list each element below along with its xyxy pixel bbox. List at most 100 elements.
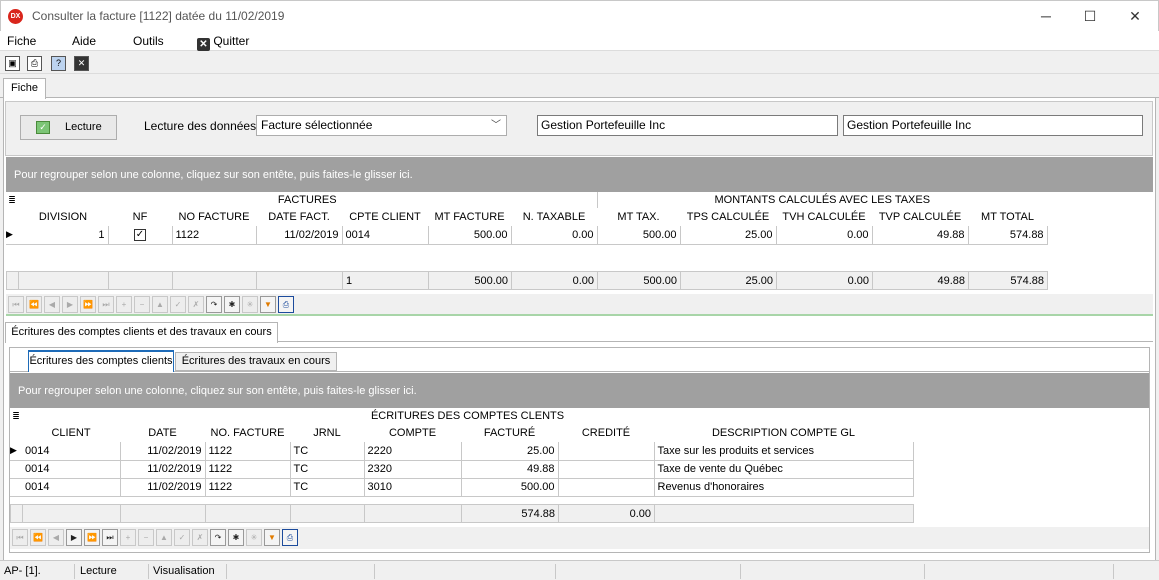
tab-ecritures[interactable]: Écritures des comptes clients et des tra…: [5, 322, 278, 343]
col-mt-tax[interactable]: MT TAX.: [597, 208, 680, 226]
col-cpte-client[interactable]: CPTE CLIENT: [342, 208, 428, 226]
cell-cpte[interactable]: 0014: [342, 226, 429, 245]
prev-page-icon[interactable]: ⏪: [26, 296, 42, 313]
table-row[interactable]: ▶ 1 ✓ 1122 11/02/2019 0014 500.00 0.00 5…: [6, 226, 1048, 245]
col-facture[interactable]: FACTURÉ: [461, 424, 558, 442]
col-division[interactable]: DIVISION: [18, 208, 108, 226]
next-record-icon[interactable]: ▶: [66, 529, 82, 546]
preview-icon[interactable]: ?: [51, 56, 66, 71]
asterisk-disabled-icon[interactable]: ✳: [242, 296, 258, 313]
cell-desc[interactable]: Taxe sur les produits et services: [654, 442, 914, 461]
table-row[interactable]: ▶ 0014 11/02/2019 1122 TC 2220 25.00 Tax…: [10, 442, 914, 461]
col-description[interactable]: DESCRIPTION COMPTE GL: [654, 424, 913, 442]
next-page-icon[interactable]: ⏩: [80, 296, 96, 313]
cell-compte[interactable]: 3010: [364, 478, 462, 497]
col-tps[interactable]: TPS CALCULÉE: [680, 208, 776, 226]
menu-outils[interactable]: Outils: [133, 34, 164, 48]
asterisk-icon[interactable]: ✱: [228, 529, 244, 546]
group-by-area[interactable]: Pour regrouper selon une colonne, clique…: [6, 157, 1153, 192]
menu-fiche[interactable]: Fiche: [7, 34, 36, 48]
cell-compte[interactable]: 2220: [364, 442, 462, 461]
cancel-record-icon[interactable]: ✗: [188, 296, 204, 313]
col-no-facture[interactable]: NO. FACTURE: [205, 424, 290, 442]
next-page-icon[interactable]: ⏩: [84, 529, 100, 546]
col-jrnl[interactable]: JRNL: [290, 424, 364, 442]
cell-compte[interactable]: 2320: [364, 460, 462, 479]
delete-record-icon[interactable]: −: [134, 296, 150, 313]
col-mt-facture[interactable]: MT FACTURE: [428, 208, 511, 226]
cell-client[interactable]: 0014: [22, 478, 121, 497]
next-record-icon[interactable]: ▶: [62, 296, 78, 313]
refresh-icon[interactable]: ↷: [206, 296, 222, 313]
print-icon[interactable]: ⎙: [27, 56, 42, 71]
group-by-area-ecritures[interactable]: Pour regrouper selon une colonne, clique…: [10, 373, 1149, 408]
col-tvp[interactable]: TVP CALCULÉE: [872, 208, 968, 226]
table-row[interactable]: 0014 11/02/2019 1122 TC 3010 500.00 Reve…: [10, 478, 914, 497]
menu-quitter[interactable]: ✕ Quitter: [197, 34, 249, 51]
edit-record-icon[interactable]: ▲: [152, 296, 168, 313]
close-window-button[interactable]: ✕: [1112, 1, 1158, 32]
cell-desc[interactable]: Revenus d'honoraires: [654, 478, 914, 497]
cell-no[interactable]: 1122: [205, 478, 291, 497]
col-nf[interactable]: NF: [108, 208, 172, 226]
cell-credite[interactable]: [558, 460, 655, 479]
asterisk-icon[interactable]: ✱: [224, 296, 240, 313]
col-client[interactable]: CLIENT: [22, 424, 120, 442]
filter-icon[interactable]: ▼: [260, 296, 276, 313]
delete-record-icon[interactable]: −: [138, 529, 154, 546]
cell-client[interactable]: 0014: [22, 460, 121, 479]
cell-mt-facture[interactable]: 500.00: [428, 226, 512, 245]
first-record-icon[interactable]: ⏮: [12, 529, 28, 546]
cell-facture[interactable]: 500.00: [461, 478, 559, 497]
add-record-icon[interactable]: +: [116, 296, 132, 313]
cell-jrnl[interactable]: TC: [290, 478, 365, 497]
asterisk-disabled-icon[interactable]: ✳: [246, 529, 262, 546]
cell-desc[interactable]: Taxe de vente du Québec: [654, 460, 914, 479]
company-field-1[interactable]: Gestion Portefeuille Inc: [537, 115, 838, 136]
cell-nf[interactable]: ✓: [108, 226, 173, 245]
company-field-2[interactable]: Gestion Portefeuille Inc: [843, 115, 1143, 136]
col-date[interactable]: DATE: [120, 424, 205, 442]
last-record-icon[interactable]: ⏭: [102, 529, 118, 546]
prev-page-icon[interactable]: ⏪: [30, 529, 46, 546]
cell-facture[interactable]: 49.88: [461, 460, 559, 479]
col-mt-total[interactable]: MT TOTAL: [968, 208, 1047, 226]
post-record-icon[interactable]: ✓: [170, 296, 186, 313]
cell-date[interactable]: 11/02/2019: [120, 442, 206, 461]
cell-client[interactable]: 0014: [22, 442, 121, 461]
last-record-icon[interactable]: ⏭: [98, 296, 114, 313]
prev-record-icon[interactable]: ◀: [48, 529, 64, 546]
cell-tvh[interactable]: 0.00: [776, 226, 873, 245]
cell-credite[interactable]: [558, 442, 655, 461]
cell-date[interactable]: 11/02/2019: [256, 226, 343, 245]
col-n-taxable[interactable]: N. TAXABLE: [511, 208, 597, 226]
cell-tps[interactable]: 25.00: [680, 226, 777, 245]
add-record-icon[interactable]: +: [120, 529, 136, 546]
print-grid-icon[interactable]: ⎙: [278, 296, 294, 313]
cancel-record-icon[interactable]: ✗: [192, 529, 208, 546]
tab-ecritures-travaux[interactable]: Écritures des travaux en cours: [175, 352, 337, 371]
column-chooser-icon[interactable]: ≣: [6, 192, 18, 208]
lecture-button[interactable]: ✓ Lecture: [20, 115, 117, 140]
checkbox-checked-icon[interactable]: ✓: [134, 229, 146, 242]
post-record-icon[interactable]: ✓: [174, 529, 190, 546]
cell-date[interactable]: 11/02/2019: [120, 460, 206, 479]
filter-icon[interactable]: ▼: [264, 529, 280, 546]
print-grid-icon[interactable]: ⎙: [282, 529, 298, 546]
cell-no-facture[interactable]: 1122: [172, 226, 257, 245]
first-record-icon[interactable]: ⏮: [8, 296, 24, 313]
cell-mt-total[interactable]: 574.88: [968, 226, 1048, 245]
menu-aide[interactable]: Aide: [72, 34, 96, 48]
cell-no[interactable]: 1122: [205, 460, 291, 479]
lecture-select[interactable]: Facture sélectionnée ﹀: [256, 115, 507, 136]
col-date-fact[interactable]: DATE FACT.: [256, 208, 342, 226]
refresh-icon[interactable]: ↷: [210, 529, 226, 546]
maximize-button[interactable]: ☐: [1067, 1, 1113, 32]
cell-mt-tax[interactable]: 500.00: [597, 226, 681, 245]
cell-jrnl[interactable]: TC: [290, 442, 365, 461]
cell-facture[interactable]: 25.00: [461, 442, 559, 461]
col-tvh[interactable]: TVH CALCULÉE: [776, 208, 872, 226]
cell-credite[interactable]: [558, 478, 655, 497]
cell-n-taxable[interactable]: 0.00: [511, 226, 598, 245]
cell-division[interactable]: 1: [18, 226, 109, 245]
